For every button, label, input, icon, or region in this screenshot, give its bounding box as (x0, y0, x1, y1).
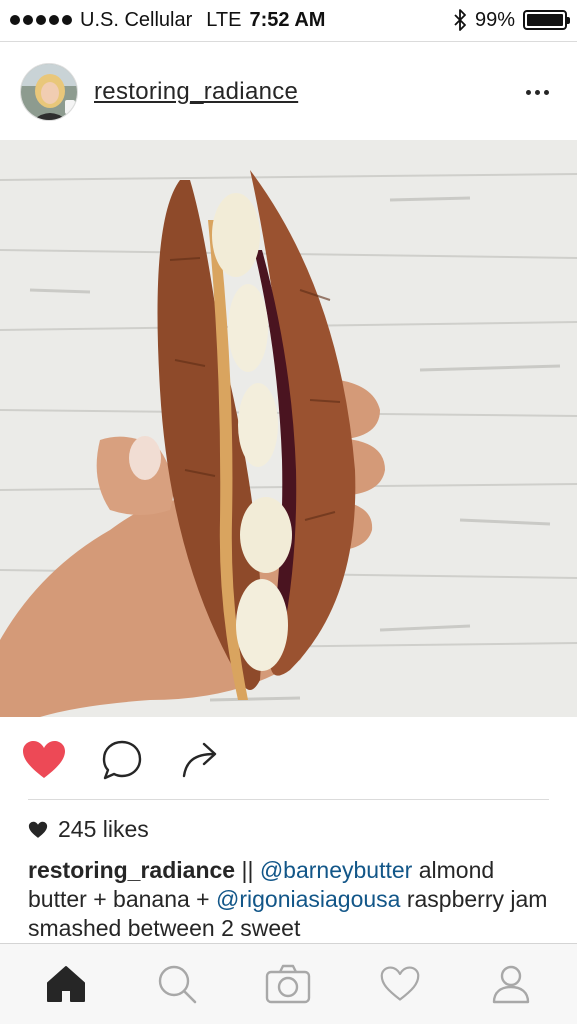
share-arrow-icon[interactable] (176, 736, 224, 784)
small-heart-icon (28, 821, 48, 838)
search-icon[interactable] (147, 954, 207, 1014)
status-bar: U.S. Cellular LTE 7:52 AM 99% (0, 0, 577, 40)
heart-filled-icon[interactable] (20, 736, 68, 784)
signal-dots-icon (10, 15, 72, 25)
caption-separator: || (235, 857, 260, 883)
bluetooth-icon (454, 9, 466, 31)
bottom-tab-bar (0, 943, 577, 1024)
carrier-label: U.S. Cellular (80, 8, 193, 31)
comment-bubble-icon[interactable] (98, 736, 146, 784)
post-actions (0, 730, 577, 790)
post-photo[interactable] (0, 140, 577, 717)
post-username-link[interactable]: restoring_radiance (94, 78, 298, 106)
more-options-icon[interactable] (517, 77, 557, 107)
home-icon[interactable] (36, 954, 96, 1014)
post-header: restoring_radiance (0, 56, 577, 128)
profile-icon[interactable] (481, 954, 541, 1014)
avatar[interactable] (20, 63, 78, 121)
battery-percent: 99% (474, 8, 515, 31)
likes-text: 245 likes (58, 816, 149, 842)
likes-count[interactable]: 245 likes (28, 816, 149, 843)
caption-mention-barneybutter[interactable]: @barneybutter (260, 857, 413, 883)
battery-fill (527, 14, 563, 26)
caption-username[interactable]: restoring_radiance (28, 857, 235, 883)
clock: 7:52 AM (249, 8, 326, 31)
caption-mention-rigoniasiagousa[interactable]: @rigoniasiagousa (216, 886, 400, 912)
camera-icon[interactable] (258, 954, 318, 1014)
post-caption: restoring_radiance || @barneybutter almo… (28, 856, 558, 943)
divider (28, 799, 549, 800)
network-label: LTE (206, 8, 242, 31)
battery-icon (523, 10, 570, 30)
heart-outline-icon[interactable] (370, 954, 430, 1014)
divider (0, 41, 577, 42)
